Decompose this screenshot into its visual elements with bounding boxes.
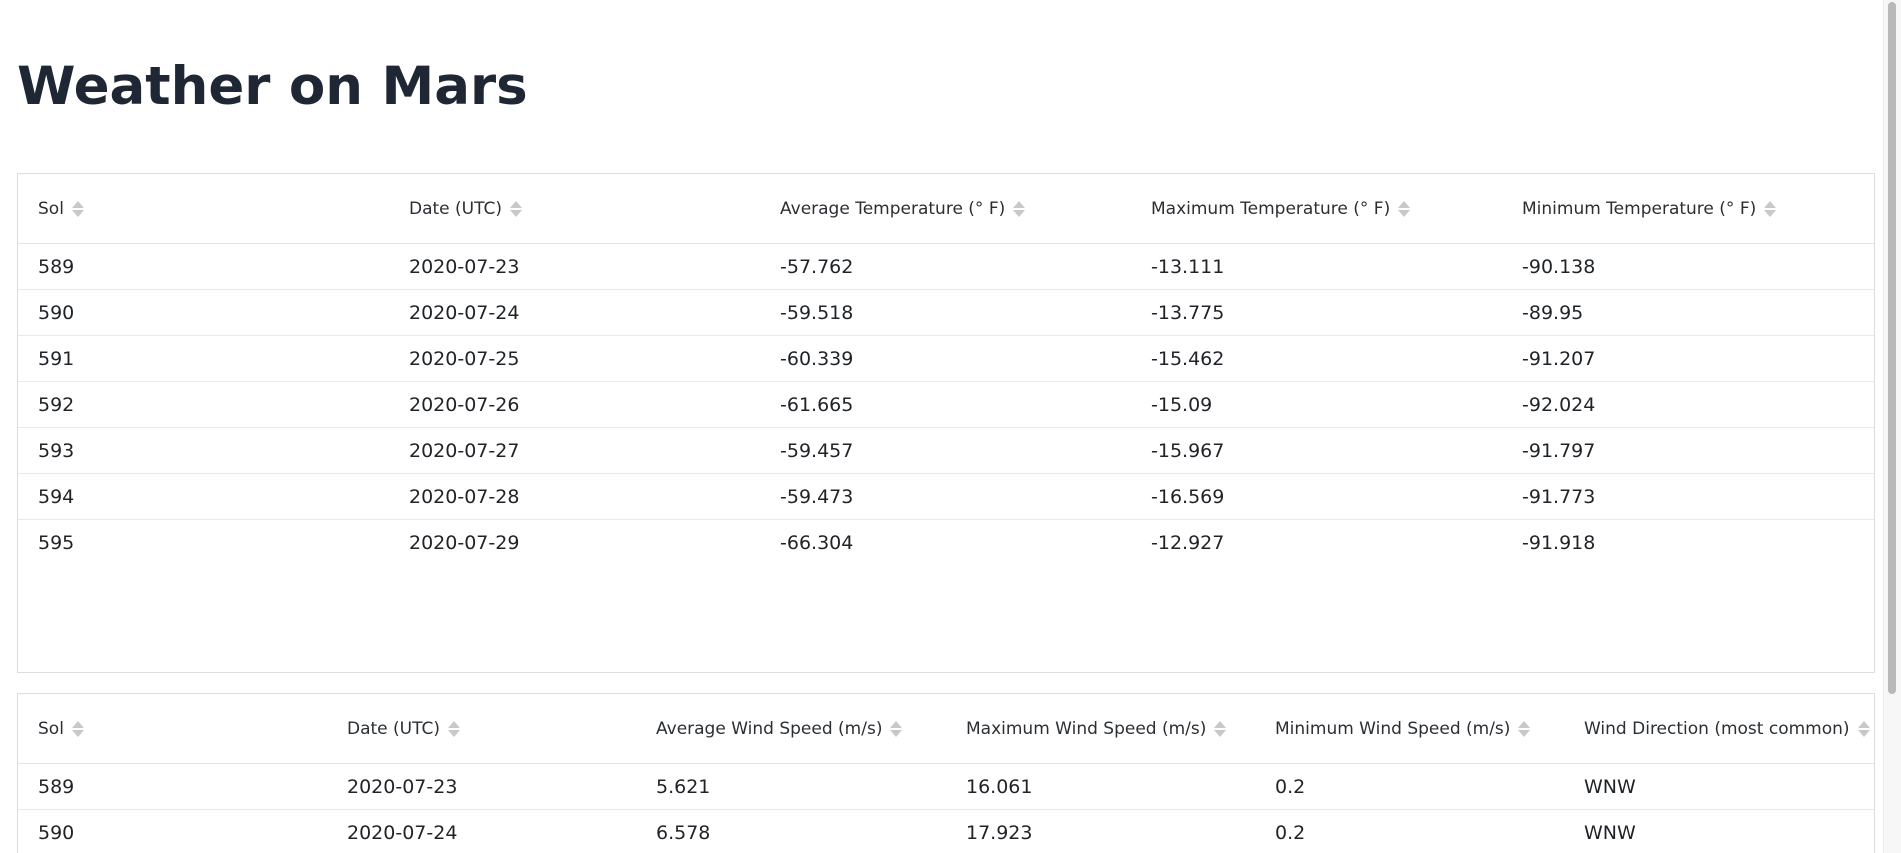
cell-minimum-temperature: -89.95	[1522, 301, 1584, 324]
column-header-minimum-wind-speed[interactable]: Minimum Wind Speed (m/s)	[1255, 719, 1564, 739]
cell-date: 2020-07-23	[347, 775, 458, 798]
table-row: 590 2020-07-24 -59.518 -13.775 -89.95	[18, 290, 1874, 336]
sort-icon[interactable]	[448, 720, 461, 737]
sort-icon[interactable]	[1214, 720, 1227, 737]
column-header-maximum-wind-speed[interactable]: Maximum Wind Speed (m/s)	[946, 719, 1255, 739]
scrollbar-thumb[interactable]	[1888, 2, 1896, 694]
table-row: 592 2020-07-26 -61.665 -15.09 -92.024	[18, 382, 1874, 428]
cell-sol: 593	[38, 439, 75, 462]
table-row: 594 2020-07-28 -59.473 -16.569 -91.773	[18, 474, 1874, 520]
table-row: 593 2020-07-27 -59.457 -15.967 -91.797	[18, 428, 1874, 474]
cell-average-temperature: -57.762	[780, 255, 854, 278]
column-header-sol[interactable]: Sol	[18, 719, 327, 739]
cell-sol: 594	[38, 485, 75, 508]
cell-date: 2020-07-24	[347, 821, 458, 844]
cell-maximum-temperature: -15.09	[1151, 393, 1213, 416]
cell-maximum-temperature: -15.462	[1151, 347, 1225, 370]
table-row: 591 2020-07-25 -60.339 -15.462 -91.207	[18, 336, 1874, 382]
column-header-sol[interactable]: Sol	[18, 199, 389, 219]
column-header-label: Sol	[38, 718, 64, 739]
table-row: 595 2020-07-29 -66.304 -12.927 -91.918	[18, 520, 1874, 565]
page: Weather on Mars Sol Date (UTC) Average T…	[0, 0, 1883, 853]
cell-date: 2020-07-27	[409, 439, 520, 462]
cell-date: 2020-07-24	[409, 301, 520, 324]
column-header-label: Date (UTC)	[347, 718, 441, 739]
cell-minimum-wind-speed: 0.2	[1275, 821, 1306, 844]
cell-sol: 592	[38, 393, 75, 416]
sort-icon[interactable]	[71, 200, 84, 217]
column-header-average-wind-speed[interactable]: Average Wind Speed (m/s)	[636, 719, 946, 739]
cell-minimum-wind-speed: 0.2	[1275, 775, 1306, 798]
cell-average-wind-speed: 5.621	[656, 775, 711, 798]
cell-minimum-temperature: -91.797	[1522, 439, 1596, 462]
sort-icon[interactable]	[71, 720, 84, 737]
cell-average-temperature: -60.339	[780, 347, 854, 370]
column-header-label: Maximum Temperature (° F)	[1151, 198, 1391, 219]
table-row: 590 2020-07-24 6.578 17.923 0.2 WNW	[18, 810, 1874, 853]
column-header-label: Minimum Temperature (° F)	[1522, 198, 1757, 219]
cell-average-temperature: -59.457	[780, 439, 854, 462]
sort-icon[interactable]	[510, 200, 523, 217]
temperature-table-header: Sol Date (UTC) Average Temperature (° F)…	[18, 174, 1874, 244]
column-header-average-temperature[interactable]: Average Temperature (° F)	[760, 199, 1131, 219]
sort-icon[interactable]	[1398, 200, 1411, 217]
cell-maximum-wind-speed: 17.923	[966, 821, 1033, 844]
table-row: 589 2020-07-23 5.621 16.061 0.2 WNW	[18, 764, 1874, 810]
cell-sol: 590	[38, 301, 75, 324]
cell-minimum-temperature: -91.207	[1522, 347, 1596, 370]
cell-maximum-temperature: -13.775	[1151, 301, 1225, 324]
cell-average-temperature: -66.304	[780, 531, 854, 554]
cell-sol: 591	[38, 347, 75, 370]
cell-maximum-temperature: -16.569	[1151, 485, 1225, 508]
sort-icon[interactable]	[1518, 720, 1531, 737]
cell-minimum-temperature: -91.773	[1522, 485, 1596, 508]
sort-icon[interactable]	[1013, 200, 1026, 217]
column-header-date[interactable]: Date (UTC)	[327, 719, 636, 739]
column-header-date[interactable]: Date (UTC)	[389, 199, 760, 219]
cell-date: 2020-07-23	[409, 255, 520, 278]
cell-maximum-wind-speed: 16.061	[966, 775, 1033, 798]
cell-average-temperature: -61.665	[780, 393, 854, 416]
table-row: 589 2020-07-23 -57.762 -13.111 -90.138	[18, 244, 1874, 290]
column-header-label: Maximum Wind Speed (m/s)	[966, 718, 1207, 739]
cell-date: 2020-07-26	[409, 393, 520, 416]
cell-date: 2020-07-29	[409, 531, 520, 554]
column-header-label: Minimum Wind Speed (m/s)	[1275, 718, 1511, 739]
column-header-wind-direction[interactable]: Wind Direction (most common)	[1564, 719, 1874, 739]
cell-average-temperature: -59.473	[780, 485, 854, 508]
wind-table: Sol Date (UTC) Average Wind Speed (m/s) …	[17, 693, 1875, 853]
column-header-label: Wind Direction (most common)	[1584, 718, 1850, 739]
cell-date: 2020-07-25	[409, 347, 520, 370]
cell-sol: 589	[38, 255, 75, 278]
column-header-maximum-temperature[interactable]: Maximum Temperature (° F)	[1131, 199, 1502, 219]
cell-sol: 590	[38, 821, 75, 844]
cell-wind-direction: WNW	[1584, 775, 1636, 798]
temperature-table: Sol Date (UTC) Average Temperature (° F)…	[17, 173, 1875, 673]
cell-minimum-temperature: -91.918	[1522, 531, 1596, 554]
cell-average-temperature: -59.518	[780, 301, 854, 324]
cell-wind-direction: WNW	[1584, 821, 1636, 844]
cell-sol: 595	[38, 531, 75, 554]
cell-maximum-temperature: -15.967	[1151, 439, 1225, 462]
column-header-label: Date (UTC)	[409, 198, 503, 219]
cell-minimum-temperature: -90.138	[1522, 255, 1596, 278]
sort-icon[interactable]	[890, 720, 903, 737]
column-header-minimum-temperature[interactable]: Minimum Temperature (° F)	[1502, 199, 1874, 219]
wind-table-header: Sol Date (UTC) Average Wind Speed (m/s) …	[18, 694, 1874, 764]
column-header-label: Average Temperature (° F)	[780, 198, 1006, 219]
page-title: Weather on Mars	[17, 56, 528, 117]
cell-date: 2020-07-28	[409, 485, 520, 508]
sort-icon[interactable]	[1764, 200, 1777, 217]
cell-sol: 589	[38, 775, 75, 798]
vertical-scrollbar[interactable]	[1883, 0, 1901, 853]
cell-average-wind-speed: 6.578	[656, 821, 711, 844]
sort-icon[interactable]	[1857, 720, 1870, 737]
cell-minimum-temperature: -92.024	[1522, 393, 1596, 416]
column-header-label: Average Wind Speed (m/s)	[656, 718, 883, 739]
cell-maximum-temperature: -13.111	[1151, 255, 1225, 278]
cell-maximum-temperature: -12.927	[1151, 531, 1225, 554]
column-header-label: Sol	[38, 198, 64, 219]
